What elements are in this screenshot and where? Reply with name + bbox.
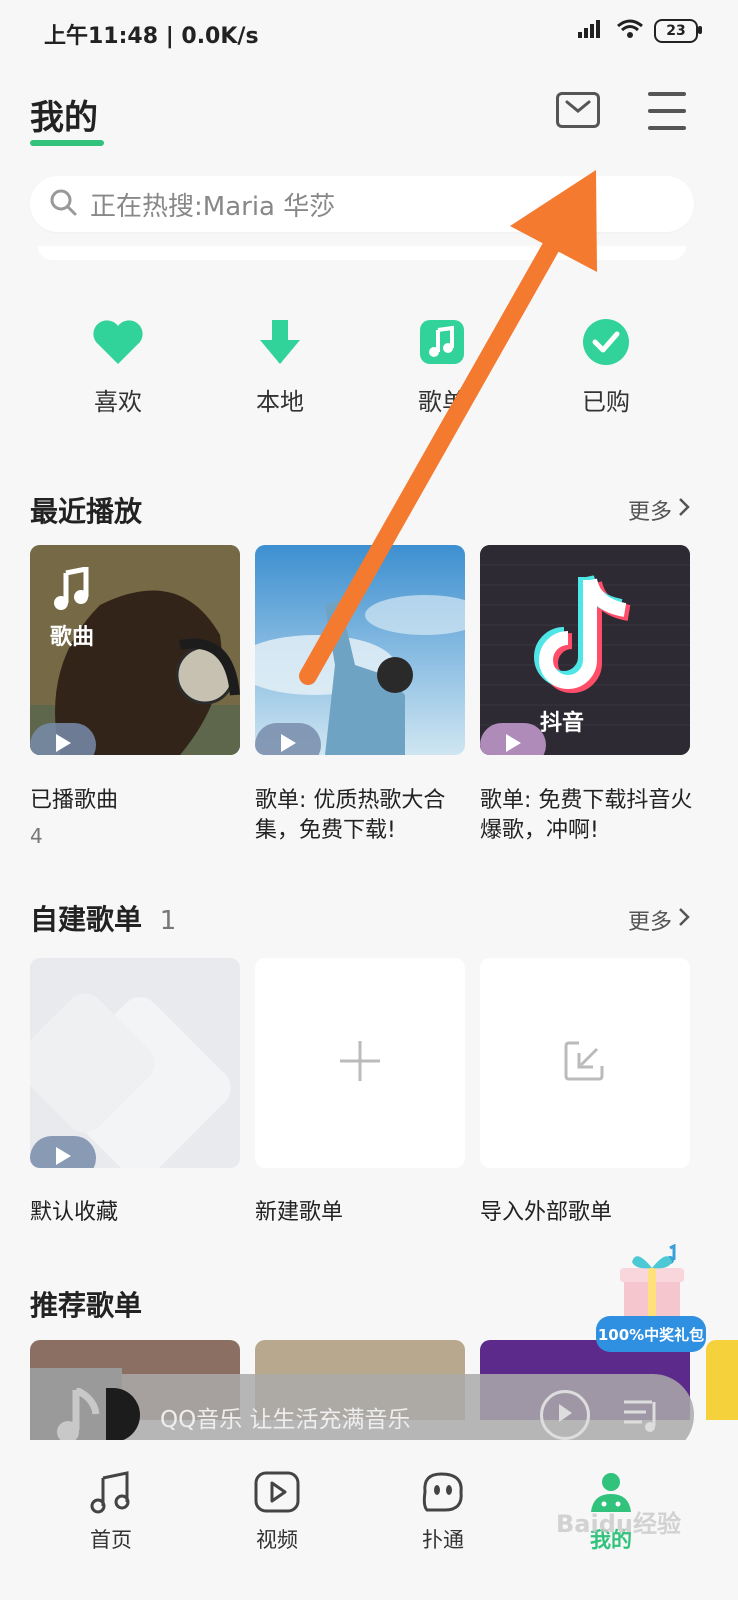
mail-icon	[565, 100, 591, 120]
recent-card-douyin-playlist[interactable]: 抖音	[480, 545, 690, 755]
play-icon	[504, 733, 522, 755]
queue-list-icon	[622, 1400, 662, 1438]
playlist-queue-button[interactable]	[622, 1396, 662, 1438]
quick-action-label: 歌单	[418, 388, 466, 416]
recent-section-title: 最近播放	[30, 495, 143, 528]
quick-action-playlist[interactable]: 歌单	[382, 318, 502, 417]
quick-action-label: 喜欢	[94, 388, 142, 416]
more-label: 更多	[628, 500, 673, 525]
recent-card-played-songs[interactable]: 歌曲	[30, 545, 240, 755]
battery-indicator: 23	[654, 19, 702, 43]
gift-box-icon	[620, 1243, 684, 1320]
play-icon	[54, 733, 72, 755]
search-icon	[48, 187, 78, 221]
quick-action-like[interactable]: 喜欢	[58, 318, 178, 417]
quick-action-label: 已购	[582, 388, 630, 416]
play-button[interactable]	[255, 723, 321, 755]
recommend-section-title: 推荐歌单	[30, 1289, 143, 1322]
recent-item-title: 已播歌曲	[30, 788, 119, 813]
playlist-title: 导入外部歌单	[480, 1200, 613, 1225]
playlist-title: 新建歌单	[255, 1200, 344, 1225]
recent-card-hot-playlist[interactable]	[255, 545, 465, 755]
my-playlists-count: 1	[159, 906, 177, 936]
playlist-card-favorites[interactable]	[30, 958, 240, 1168]
douyin-logo-text: 抖音	[540, 711, 585, 736]
heart-icon	[92, 318, 144, 370]
message-button[interactable]	[556, 92, 600, 128]
quick-action-local[interactable]: 本地	[220, 318, 340, 417]
menu-button[interactable]	[648, 92, 686, 130]
tab-video[interactable]: 视频	[232, 1470, 322, 1554]
song-badge: 歌曲	[50, 565, 95, 651]
face-icon	[419, 1470, 467, 1518]
menu-line	[648, 92, 686, 96]
playlist-title: 默认收藏	[30, 1200, 119, 1225]
recent-more-link[interactable]: 更多	[628, 494, 690, 526]
mini-play-button[interactable]	[540, 1390, 590, 1440]
search-bar[interactable]: 正在热搜:Maria 华莎	[30, 176, 694, 232]
menu-line	[648, 109, 686, 113]
video-play-icon	[253, 1470, 301, 1518]
plus-icon	[338, 1039, 382, 1087]
tab-label: 首页	[90, 1528, 132, 1552]
menu-line	[648, 126, 686, 130]
check-icon	[582, 318, 630, 370]
my-playlists-title: 自建歌单 1	[30, 898, 176, 938]
watermark: Baidu经验	[556, 1510, 681, 1538]
wifi-icon	[616, 18, 644, 44]
search-placeholder: 正在热搜:Maria 华莎	[90, 191, 336, 222]
vinyl-disc	[106, 1388, 140, 1442]
recommend-cover-partial	[706, 1340, 738, 1420]
tab-home[interactable]: 首页	[66, 1470, 156, 1554]
music-note-icon	[50, 565, 94, 615]
recent-item-title: 歌单: 优质热歌大合集，免费下载!	[255, 788, 446, 843]
chevron-right-icon	[678, 497, 690, 523]
tab-label: 扑通	[422, 1528, 464, 1552]
play-icon	[556, 1402, 574, 1428]
play-icon	[279, 733, 297, 755]
chevron-right-icon	[678, 907, 690, 933]
recent-item-title: 歌单: 免费下载抖音火爆歌，冲啊!	[480, 788, 693, 843]
play-button[interactable]	[30, 723, 96, 755]
music-note-icon	[89, 1470, 133, 1518]
more-label: 更多	[628, 910, 673, 935]
status-icons: 23	[576, 18, 702, 44]
status-time: 上午11:48 | 0.0K/s	[44, 24, 259, 49]
import-icon	[563, 1039, 607, 1087]
signal-icon	[576, 18, 606, 44]
download-icon	[256, 318, 304, 370]
mini-player-text: QQ音乐 让生活充满音乐	[160, 1407, 411, 1433]
quick-action-label: 本地	[256, 388, 304, 416]
song-badge-label: 歌曲	[50, 625, 95, 650]
music-note-icon	[52, 1386, 102, 1448]
tab-label: 视频	[256, 1528, 298, 1552]
music-note-icon	[418, 318, 466, 370]
banner-edge	[38, 246, 686, 260]
promo-text: 100%中奖礼包	[596, 1316, 706, 1352]
quick-action-purchased[interactable]: 已购	[546, 318, 666, 417]
my-playlists-more-link[interactable]: 更多	[628, 904, 690, 936]
recent-item-count: 4	[30, 824, 43, 848]
import-playlist-button[interactable]	[480, 958, 690, 1168]
status-bar: 上午11:48 | 0.0K/s 23	[0, 0, 738, 66]
my-playlists-label: 自建歌单	[30, 903, 143, 936]
play-button[interactable]	[30, 1136, 96, 1168]
new-playlist-button[interactable]	[255, 958, 465, 1168]
tab-putong[interactable]: 扑通	[398, 1470, 488, 1554]
page-title: 我的	[30, 98, 98, 138]
title-underline	[30, 140, 104, 146]
promo-gift-badge[interactable]: 100%中奖礼包	[596, 1243, 708, 1354]
play-icon	[54, 1146, 72, 1168]
play-button[interactable]	[480, 723, 546, 755]
